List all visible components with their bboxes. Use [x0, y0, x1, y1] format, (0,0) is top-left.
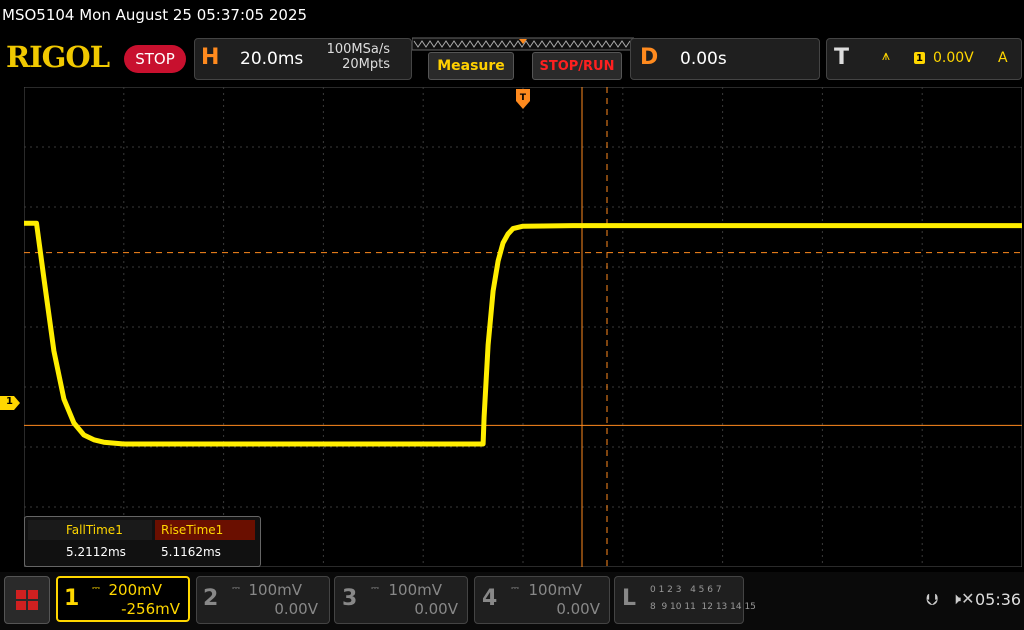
trigger-level: 0.00V — [933, 50, 974, 66]
run-status-button[interactable]: STOP — [124, 45, 186, 73]
memory-depth: 20Mpts — [342, 57, 390, 72]
fall-time-value: 5.2112ms — [66, 545, 126, 559]
main-menu-button[interactable] — [4, 576, 50, 624]
logic-letter: L — [622, 586, 637, 611]
waveform-display[interactable] — [24, 87, 1022, 567]
channel-1-scale: 200mV — [108, 581, 162, 599]
sample-rate: 100MSa/s — [326, 42, 390, 57]
trigger-mode: A — [998, 50, 1008, 66]
trigger-source: 1 — [914, 52, 925, 64]
time-scale: 20.0ms — [240, 49, 304, 69]
rising-edge-icon: ⩚ — [882, 48, 890, 64]
rise-time-value: 5.1162ms — [161, 545, 221, 559]
delay-letter: D — [640, 45, 659, 70]
channel-3-number: 3 — [342, 586, 358, 611]
logic-channels-high: 8 9 10 11 12 13 14 15 — [650, 602, 756, 612]
channel-4-offset: 0.00V — [556, 600, 600, 618]
sample-info: 100MSa/s 20Mpts — [320, 42, 390, 72]
channel-2-scale: 100mV — [248, 581, 302, 599]
channel-1-offset: -256mV — [121, 600, 180, 618]
trigger-letter: T — [834, 45, 850, 70]
channel-3-offset: 0.00V — [414, 600, 458, 618]
measure-button[interactable]: Measure — [428, 52, 514, 80]
window-title: MSO5104 Mon August 25 05:37:05 2025 — [2, 6, 308, 24]
delay-value: 0.00s — [680, 49, 727, 69]
usb-icon: ⮋ — [926, 590, 939, 609]
memory-position-bar[interactable] — [412, 37, 634, 51]
channel-2-number: 2 — [203, 586, 219, 611]
dc-coupling-icon: ⎓ — [511, 583, 519, 594]
speaker-muted-icon[interactable]: 🕨✕ — [951, 589, 975, 609]
svg-text:T: T — [520, 93, 527, 103]
grid-menu-icon — [16, 590, 38, 610]
logic-channels-low: 0 1 2 3 4 5 6 7 — [650, 585, 722, 595]
rise-time-label[interactable]: RiseTime1 — [155, 520, 255, 540]
fall-time-label[interactable]: FallTime1 — [28, 520, 152, 540]
dc-coupling-icon: ⎓ — [371, 583, 379, 594]
channel-2-offset: 0.00V — [274, 600, 318, 618]
channel-3-scale: 100mV — [388, 581, 442, 599]
channel-4-number: 4 — [482, 586, 498, 611]
dc-coupling-icon: ⎓ — [92, 583, 100, 594]
channel-1-number: 1 — [64, 586, 80, 611]
ch1-offset-marker-label: 1 — [6, 396, 13, 407]
brand-logo: RIGOL — [6, 40, 110, 74]
clock: 05:36 — [975, 590, 1022, 609]
dc-coupling-icon: ⎓ — [232, 583, 240, 594]
channel-4-scale: 100mV — [528, 581, 582, 599]
trigger-position-marker[interactable]: T — [516, 89, 530, 109]
horizontal-letter: H — [201, 45, 220, 70]
stop-run-button[interactable]: STOP/RUN — [532, 52, 622, 80]
